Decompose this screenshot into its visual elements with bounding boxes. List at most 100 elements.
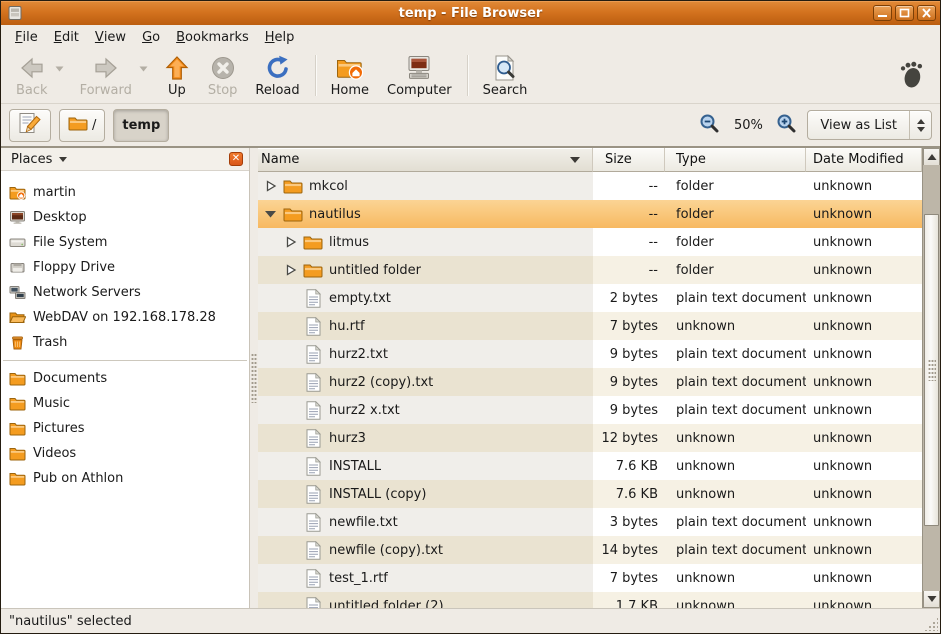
maximize-button[interactable] — [895, 5, 914, 21]
sidebar-close-button[interactable]: ✕ — [229, 152, 243, 166]
scrollbar-thumb[interactable] — [924, 214, 939, 526]
window-title: temp - File Browser — [1, 6, 940, 21]
zoom-out-button[interactable] — [699, 113, 720, 138]
file-row-untitled-folder-2-[interactable]: untitled folder (2)1.7 KBunknownunknown — [258, 592, 922, 608]
expander-collapsed-icon[interactable] — [264, 180, 277, 193]
menu-item-go[interactable]: Go — [134, 25, 168, 49]
scroll-up-button[interactable] — [923, 148, 940, 165]
file-name-label: nautilus — [309, 207, 361, 222]
expander-placeholder — [284, 320, 297, 333]
path-button-root[interactable]: / — [59, 109, 105, 142]
column-header-date-modified[interactable]: Date Modified — [806, 148, 922, 172]
forward-button[interactable]: Forward — [71, 51, 141, 100]
sidebar-item-pictures[interactable]: Pictures — [1, 416, 249, 441]
drive-icon — [9, 235, 26, 251]
search-button[interactable]: Search — [474, 51, 537, 100]
toolbar-button-label: Forward — [80, 83, 132, 98]
expander-placeholder — [284, 516, 297, 529]
file-name-label: hurz2.txt — [329, 347, 388, 362]
file-row-hurz2-x-txt[interactable]: hurz2 x.txt9 bytesplain text documentunk… — [258, 396, 922, 424]
sidebar-item-file-system[interactable]: File System — [1, 230, 249, 255]
expander-collapsed-icon[interactable] — [284, 264, 297, 277]
vertical-scrollbar[interactable] — [922, 148, 940, 608]
reload-button[interactable]: Reload — [246, 51, 308, 100]
expander-placeholder — [284, 348, 297, 361]
file-row-hurz2-txt[interactable]: hurz2.txt9 bytesplain text documentunkno… — [258, 340, 922, 368]
file-row-newfile-copy-txt[interactable]: newfile (copy).txt14 bytesplain text doc… — [258, 536, 922, 564]
sidebar-item-label: File System — [33, 235, 107, 250]
column-header-name[interactable]: Name — [258, 148, 593, 172]
file-row-litmus[interactable]: litmus--folderunknown — [258, 228, 922, 256]
toolbar-separator — [467, 55, 468, 96]
file-row-mkcol[interactable]: mkcol--folderunknown — [258, 172, 922, 200]
pane-divider[interactable] — [250, 148, 258, 608]
menubar: FileEditViewGoBookmarksHelp — [1, 25, 940, 49]
cell-date-modified: unknown — [806, 200, 922, 228]
home-button[interactable]: Home — [322, 51, 378, 100]
menu-item-view[interactable]: View — [87, 25, 134, 49]
path-button-temp[interactable]: temp — [113, 109, 169, 142]
window-resize-grip[interactable] — [924, 617, 938, 631]
toolbar-button-label: Up — [168, 83, 186, 98]
stop-button[interactable]: Stop — [199, 51, 247, 100]
column-header-type[interactable]: Type — [665, 148, 806, 172]
expander-expanded-icon[interactable] — [264, 208, 277, 221]
edit-location-button[interactable] — [9, 109, 51, 142]
zoom-in-button[interactable] — [776, 113, 797, 138]
file-row-nautilus[interactable]: nautilus--folderunknown — [258, 200, 922, 228]
sidebar-item-webdav-on-192-168-178-28[interactable]: WebDAV on 192.168.178.28 — [1, 305, 249, 330]
expander-placeholder — [284, 544, 297, 557]
sidebar-item-martin[interactable]: martin — [1, 180, 249, 205]
places-sidebar: Places ✕ martinDesktop File System Floppy … — [1, 148, 250, 608]
titlebar[interactable]: temp - File Browser — [1, 1, 940, 25]
home-folder-icon — [9, 185, 26, 201]
minimize-button[interactable] — [873, 5, 892, 21]
sidebar-item-documents[interactable]: Documents — [1, 366, 249, 391]
file-row-hurz3[interactable]: hurz312 bytesunknownunknown — [258, 424, 922, 452]
zoom-level: 50% — [730, 118, 766, 133]
sidebar-item-label: Music — [33, 396, 70, 411]
menu-item-file[interactable]: File — [7, 25, 46, 49]
file-name-label: newfile (copy).txt — [329, 543, 443, 558]
scroll-down-button[interactable] — [923, 591, 940, 608]
file-row-untitled-folder[interactable]: untitled folder--folderunknown — [258, 256, 922, 284]
sidebar-header: Places ✕ — [1, 148, 249, 171]
menu-item-help[interactable]: Help — [257, 25, 303, 49]
sidebar-item-videos[interactable]: Videos — [1, 441, 249, 466]
file-row-install-copy-[interactable]: INSTALL (copy)7.6 KBunknownunknown — [258, 480, 922, 508]
up-button[interactable]: Up — [155, 51, 199, 100]
cell-size: 2 bytes — [593, 284, 665, 312]
file-row-empty-txt[interactable]: empty.txt2 bytesplain text documentunkno… — [258, 284, 922, 312]
column-header-size[interactable]: Size — [593, 148, 665, 172]
file-name-label: hu.rtf — [329, 319, 365, 334]
sidebar-item-pub-on-athlon[interactable]: Pub on Athlon — [1, 466, 249, 491]
file-row-newfile-txt[interactable]: newfile.txt3 bytesplain text documentunk… — [258, 508, 922, 536]
file-row-test-1-rtf[interactable]: test_1.rtf7 bytesunknownunknown — [258, 564, 922, 592]
menu-item-edit[interactable]: Edit — [46, 25, 87, 49]
cell-size: 14 bytes — [593, 536, 665, 564]
view-mode-combo[interactable]: View as List — [807, 110, 932, 140]
expander-collapsed-icon[interactable] — [284, 236, 297, 249]
path-root-label: / — [92, 118, 96, 133]
sidebar-item-floppy-drive[interactable]: Floppy Drive — [1, 255, 249, 280]
folder-icon — [303, 260, 323, 280]
cell-name: empty.txt — [258, 284, 593, 312]
computer-button[interactable]: Computer — [378, 51, 461, 100]
file-row-hu-rtf[interactable]: hu.rtf7 bytesunknownunknown — [258, 312, 922, 340]
sidebar-item-desktop[interactable]: Desktop — [1, 205, 249, 230]
file-row-hurz2-copy-txt[interactable]: hurz2 (copy).txt9 bytesplain text docume… — [258, 368, 922, 396]
back-button[interactable]: Back — [7, 51, 57, 100]
close-button[interactable] — [917, 5, 936, 21]
file-row-install[interactable]: INSTALL7.6 KBunknownunknown — [258, 452, 922, 480]
cell-date-modified: unknown — [806, 592, 922, 608]
column-header-label: Type — [676, 152, 706, 167]
sidebar-item-network-servers[interactable]: Network Servers — [1, 280, 249, 305]
menu-item-bookmarks[interactable]: Bookmarks — [168, 25, 257, 49]
places-dropdown[interactable]: Places — [11, 152, 52, 167]
sidebar-item-trash[interactable]: Trash — [1, 330, 249, 355]
sidebar-item-music[interactable]: Music — [1, 391, 249, 416]
text-file-icon — [303, 428, 323, 448]
floppy-icon — [9, 260, 26, 276]
cell-type: unknown — [665, 312, 806, 340]
folder-icon — [283, 204, 303, 224]
